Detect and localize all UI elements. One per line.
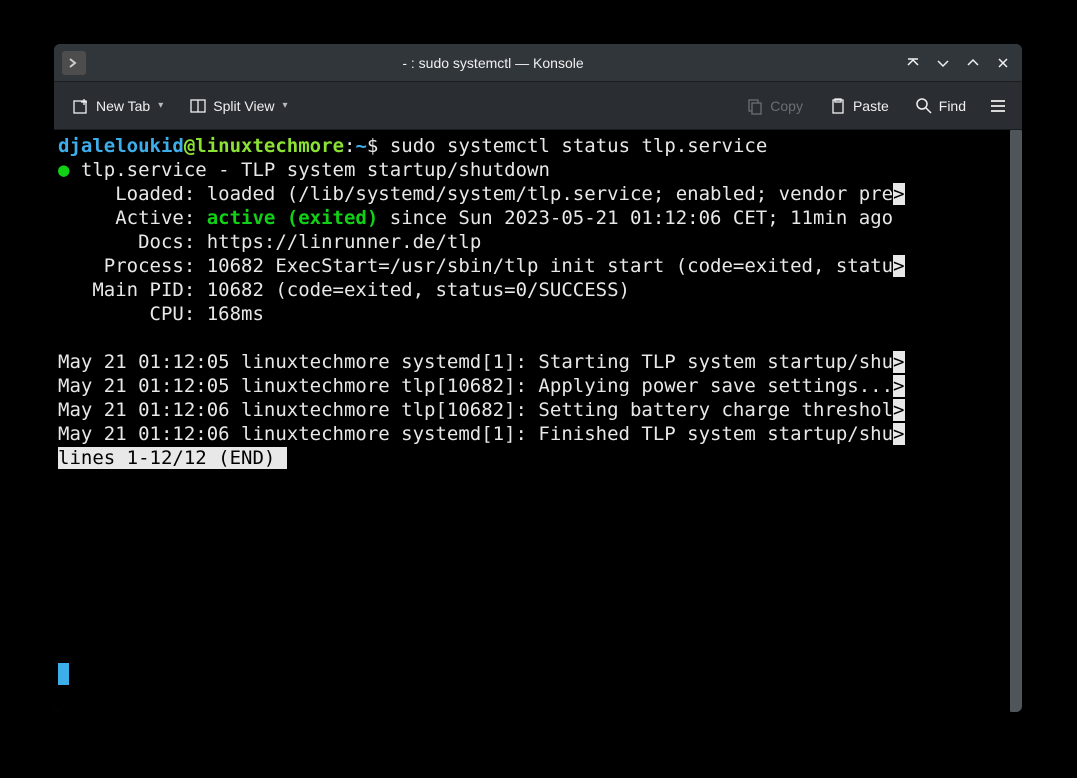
command-text: sudo systemctl status tlp.service (390, 135, 768, 157)
docs-value: https://linrunner.de/tlp (207, 231, 482, 253)
window-title: - : sudo systemctl — Konsole (86, 55, 900, 71)
cpu-value: 168ms (207, 303, 264, 325)
process-value: 10682 ExecStart=/usr/sbin/tlp init start… (207, 255, 893, 277)
copy-button[interactable]: Copy (738, 91, 811, 121)
find-label: Find (939, 98, 966, 114)
close-button[interactable] (990, 50, 1016, 76)
prompt-colon: : (344, 135, 355, 157)
mainpid-value: 10682 (code=exited, status=0/SUCCESS) (207, 279, 630, 301)
hamburger-menu-button[interactable] (984, 92, 1012, 120)
minimize-button[interactable] (930, 50, 956, 76)
active-value: active (exited) (207, 207, 379, 229)
scrollbar[interactable] (1010, 130, 1022, 712)
log-line: May 21 01:12:05 linuxtechmore systemd[1]… (58, 351, 893, 373)
split-view-icon (189, 97, 207, 115)
split-view-button[interactable]: Split View ▾ (181, 91, 295, 121)
paste-icon (829, 97, 847, 115)
log-line: May 21 01:12:06 linuxtechmore tlp[10682]… (58, 399, 893, 421)
new-tab-icon (72, 97, 90, 115)
active-label: Active: (58, 207, 207, 229)
search-icon (915, 97, 933, 115)
find-button[interactable]: Find (907, 91, 974, 121)
copy-label: Copy (770, 98, 803, 114)
process-label: Process: (58, 255, 207, 277)
loaded-label: Loaded: (58, 183, 207, 205)
truncate-indicator: > (893, 375, 904, 397)
log-line: May 21 01:12:05 linuxtechmore tlp[10682]… (58, 375, 893, 397)
pager-status: lines 1-12/12 (END) (58, 447, 287, 469)
loaded-value: loaded (/lib/systemd/system/tlp.service;… (207, 183, 893, 205)
terminal[interactable]: djaleloukid@linuxtechmore:~$ sudo system… (54, 130, 1010, 712)
truncate-indicator: > (893, 423, 904, 445)
copy-icon (746, 97, 764, 115)
toolbar: New Tab ▾ Split View ▾ Copy Paste Find (54, 82, 1022, 130)
app-icon (62, 51, 86, 75)
hamburger-icon (989, 97, 1007, 115)
konsole-window: - : sudo systemctl — Konsole New Tab ▾ S… (54, 44, 1022, 712)
cursor (58, 663, 69, 685)
paste-label: Paste (853, 98, 889, 114)
docs-label: Docs: (58, 231, 207, 253)
prompt-user: djaleloukid (58, 135, 184, 157)
new-tab-label: New Tab (96, 98, 150, 114)
chevron-down-icon: ▾ (282, 100, 287, 111)
terminal-area: djaleloukid@linuxtechmore:~$ sudo system… (54, 130, 1022, 712)
prompt-path: ~ (355, 135, 366, 157)
log-line: May 21 01:12:06 linuxtechmore systemd[1]… (58, 423, 893, 445)
maximize-button[interactable] (960, 50, 986, 76)
keep-above-button[interactable] (900, 50, 926, 76)
titlebar[interactable]: - : sudo systemctl — Konsole (54, 44, 1022, 82)
scrollbar-thumb[interactable] (1010, 130, 1022, 712)
truncate-indicator: > (893, 351, 904, 373)
cpu-label: CPU: (58, 303, 207, 325)
split-view-label: Split View (213, 98, 274, 114)
new-tab-button[interactable]: New Tab ▾ (64, 91, 171, 121)
status-dot-icon: ● (58, 159, 69, 181)
prompt-host: linuxtechmore (195, 135, 344, 157)
chevron-down-icon: ▾ (158, 100, 163, 111)
window-controls (900, 50, 1016, 76)
prompt-dollar: $ (367, 135, 378, 157)
truncate-indicator: > (893, 255, 904, 277)
service-line: tlp.service - TLP system startup/shutdow… (69, 159, 549, 181)
mainpid-label: Main PID: (58, 279, 207, 301)
active-rest: since Sun 2023-05-21 01:12:06 CET; 11min… (378, 207, 893, 229)
truncate-indicator: > (893, 183, 904, 205)
prompt-at: @ (184, 135, 195, 157)
paste-button[interactable]: Paste (821, 91, 897, 121)
truncate-indicator: > (893, 399, 904, 421)
